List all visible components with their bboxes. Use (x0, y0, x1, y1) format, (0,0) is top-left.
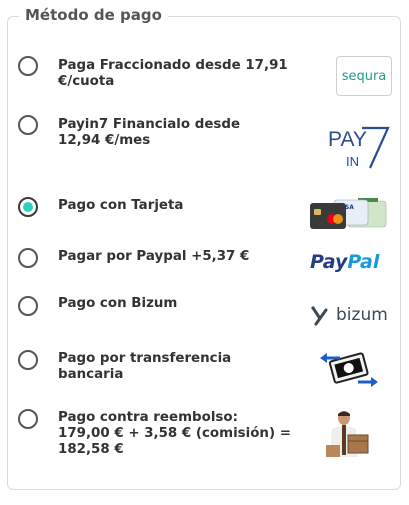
option-label-cod: Pago contra reembolso: 179,00 € + 3,58 €… (58, 410, 291, 457)
payin7-logo: PAY IN (328, 126, 390, 169)
bank-transfer-icon (320, 352, 378, 387)
option-label-card: Pago con Tarjeta (58, 198, 184, 213)
bizum-mark-icon (311, 306, 328, 326)
bizum-logo: bizum (310, 302, 390, 328)
option-label-bizum: Pago con Bizum (58, 296, 178, 311)
option-label-payin7: Payin7 Financialo desde 12,94 €/mes (58, 117, 241, 148)
cash-on-delivery-image (326, 411, 369, 457)
radio-payin7[interactable] (18, 115, 38, 135)
radio-paypal[interactable] (18, 248, 38, 268)
option-label-sequra: Paga Fraccionado desde 17,91 €/cuota (58, 58, 288, 89)
radio-bizum[interactable] (18, 296, 38, 316)
radio-transfer[interactable] (18, 350, 38, 370)
paypal-logo: PayPal (310, 251, 380, 273)
radio-sequra[interactable] (18, 56, 38, 76)
option-label-transfer: Pago por transferencia bancaria (58, 351, 232, 382)
svg-text:IN: IN (346, 154, 359, 169)
radio-cod[interactable] (18, 409, 38, 429)
radio-card[interactable] (18, 197, 38, 217)
svg-text:PAY: PAY (328, 128, 367, 151)
payment-method-legend: Método de pago (19, 6, 168, 24)
option-label-paypal: Pagar por Paypal +5,37 € (58, 249, 250, 264)
sequra-logo: sequra (336, 56, 392, 96)
credit-cards-logo: VISA (310, 198, 387, 229)
